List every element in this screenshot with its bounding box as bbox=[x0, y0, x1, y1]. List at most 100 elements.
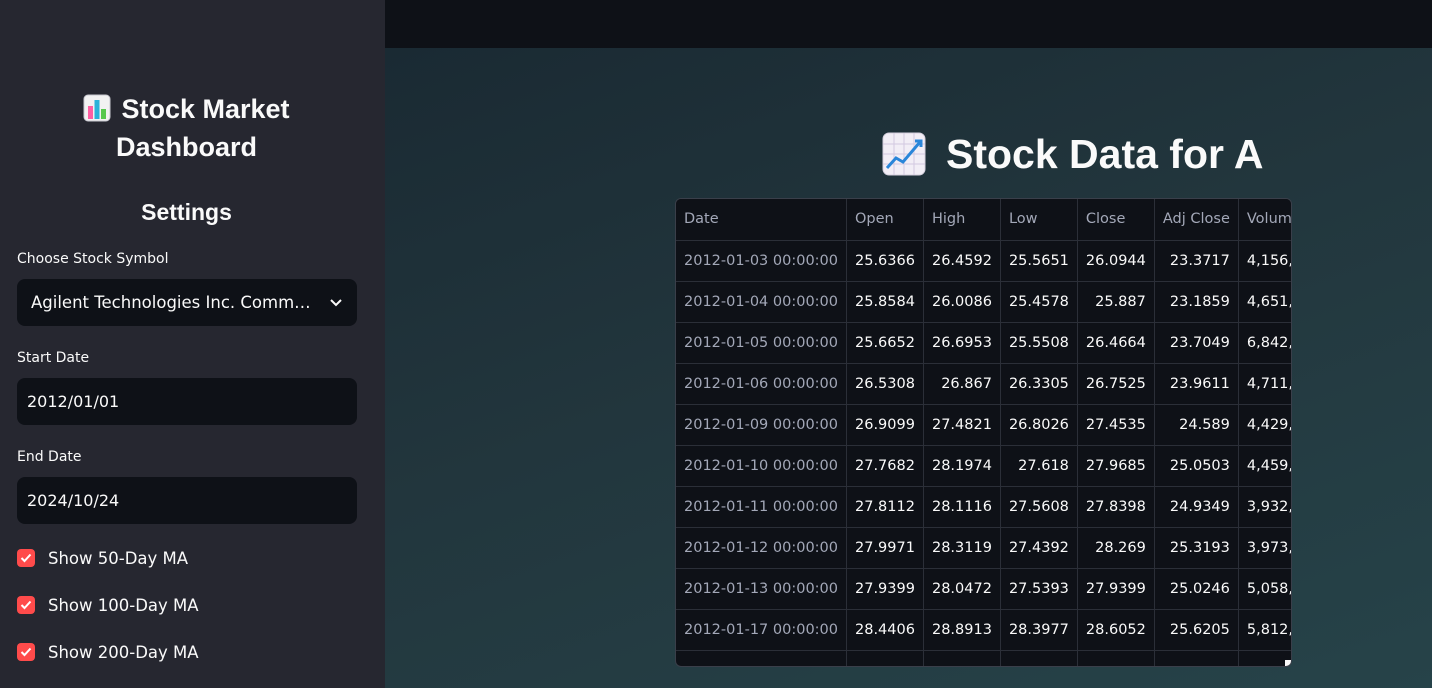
table-cell-date[interactable]: 2012-01-10 00:00:00 bbox=[676, 445, 847, 487]
table-cell[interactable]: 26.8026 bbox=[1000, 404, 1078, 446]
table-cell[interactable]: 26.5308 bbox=[846, 363, 924, 405]
table-cell[interactable]: 28.6052 bbox=[1077, 609, 1155, 651]
table-cell[interactable]: 27.7682 bbox=[846, 445, 924, 487]
table-cell[interactable]: 27.4535 bbox=[1077, 404, 1155, 446]
table-cell[interactable]: 28.1116 bbox=[923, 486, 1001, 528]
page-title-text: Stock Data for A bbox=[946, 130, 1264, 177]
table-cell[interactable]: 27.9685 bbox=[1077, 445, 1155, 487]
table-cell[interactable]: 25.6366 bbox=[846, 240, 924, 282]
table-cell[interactable]: 4,429,563 bbox=[1238, 404, 1291, 446]
checkbox-checked-icon[interactable] bbox=[17, 549, 35, 567]
table-cell[interactable]: 23.3717 bbox=[1154, 240, 1239, 282]
table-cell-date[interactable]: 2012-01-06 00:00:00 bbox=[676, 363, 847, 405]
table-cell[interactable]: 3,932,574 bbox=[1238, 486, 1291, 528]
column-header-low[interactable]: Low bbox=[1000, 199, 1078, 241]
table-cell[interactable]: 24.589 bbox=[1154, 404, 1239, 446]
table-cell[interactable]: 26.7525 bbox=[1077, 363, 1155, 405]
table-row: 2012-01-10 00:00:00 27.7682 28.1974 27.6… bbox=[676, 445, 1291, 487]
table-cell[interactable]: 27.618 bbox=[1000, 445, 1078, 487]
table-cell[interactable]: 26.0944 bbox=[1077, 240, 1155, 282]
column-header-close[interactable]: Close bbox=[1077, 199, 1155, 241]
table-cell-date[interactable]: 2012-01-09 00:00:00 bbox=[676, 404, 847, 446]
table-cell[interactable]: 6,842,651 bbox=[1238, 322, 1291, 364]
bar-chart-icon bbox=[83, 94, 111, 130]
column-header-open[interactable]: Open bbox=[846, 199, 924, 241]
table-cell[interactable]: 28.8913 bbox=[923, 609, 1001, 651]
table-cell[interactable]: 26.867 bbox=[923, 363, 1001, 405]
table-cell[interactable]: 26.4664 bbox=[1077, 322, 1155, 364]
table-cell[interactable]: 27.5608 bbox=[1000, 486, 1078, 528]
table-row: 2012-01-04 00:00:00 25.8584 26.0086 25.4… bbox=[676, 281, 1291, 323]
table-cell[interactable]: 27.5393 bbox=[1000, 568, 1078, 610]
table-cell[interactable]: 26.3305 bbox=[1000, 363, 1078, 405]
table-cell-date[interactable]: 2012-01-13 00:00:00 bbox=[676, 568, 847, 610]
checkbox-ma-50[interactable]: Show 50-Day MA bbox=[17, 547, 188, 569]
table-cell[interactable]: 27.9971 bbox=[846, 527, 924, 569]
table-cell[interactable]: 25.6652 bbox=[846, 322, 924, 364]
table-cell[interactable]: 4,651,845 bbox=[1238, 281, 1291, 323]
table-cell[interactable]: 25.887 bbox=[1077, 281, 1155, 323]
table-cell[interactable]: 28.3119 bbox=[923, 527, 1001, 569]
end-date-input[interactable]: 2024/10/24 bbox=[17, 477, 357, 524]
table-cell[interactable]: 26.6953 bbox=[923, 322, 1001, 364]
table-cell[interactable]: 28.4406 bbox=[846, 609, 924, 651]
column-header-high[interactable]: High bbox=[923, 199, 1001, 241]
table-header-row: Date Open High Low Close Adj Close Volum… bbox=[676, 199, 1291, 241]
table-cell-date[interactable]: 2012-01-05 00:00:00 bbox=[676, 322, 847, 364]
table-cell[interactable]: 26.9099 bbox=[846, 404, 924, 446]
table-cell[interactable]: 25.5508 bbox=[1000, 322, 1078, 364]
table-cell-date[interactable]: 2012-01-03 00:00:00 bbox=[676, 240, 847, 282]
table-cell[interactable]: 26.0086 bbox=[923, 281, 1001, 323]
start-date-input[interactable]: 2012/01/01 bbox=[17, 378, 357, 425]
column-header-date[interactable]: Date bbox=[676, 199, 847, 241]
checkbox-checked-icon[interactable] bbox=[17, 596, 35, 614]
table-cell[interactable]: 23.9611 bbox=[1154, 363, 1239, 405]
table-cell[interactable]: 5,812,884 bbox=[1238, 609, 1291, 651]
table-resize-handle[interactable] bbox=[1285, 660, 1291, 666]
table-cell[interactable]: 25.3193 bbox=[1154, 527, 1239, 569]
checkbox-ma-100[interactable]: Show 100-Day MA bbox=[17, 594, 199, 616]
checkbox-label: Show 50-Day MA bbox=[48, 548, 189, 568]
table-cell[interactable]: 27.4392 bbox=[1000, 527, 1078, 569]
column-header-volume[interactable]: Volume bbox=[1238, 199, 1291, 241]
table-cell[interactable]: 4,156,394 bbox=[1238, 240, 1291, 282]
table-cell-date[interactable]: 2012-01-11 00:00:00 bbox=[676, 486, 847, 528]
table-cell[interactable]: 28.3977 bbox=[1000, 609, 1078, 651]
stock-symbol-value: Agilent Technologies Inc. Common Stock bbox=[31, 293, 316, 312]
table-row: 2012-01-12 00:00:00 27.9971 28.3119 27.4… bbox=[676, 527, 1291, 569]
table-cell[interactable]: 27.8398 bbox=[1077, 486, 1155, 528]
chevron-down-icon bbox=[329, 293, 343, 312]
table-cell[interactable]: 28.0472 bbox=[923, 568, 1001, 610]
table-cell[interactable]: 28.1974 bbox=[923, 445, 1001, 487]
table-cell-date[interactable]: 2012-01-04 00:00:00 bbox=[676, 281, 847, 323]
table-cell[interactable]: 25.0246 bbox=[1154, 568, 1239, 610]
end-date-value: 2024/10/24 bbox=[27, 491, 120, 510]
table-cell-date[interactable]: 2012-01-12 00:00:00 bbox=[676, 527, 847, 569]
table-cell[interactable]: 27.4821 bbox=[923, 404, 1001, 446]
checkbox-ma-200[interactable]: Show 200-Day MA bbox=[17, 641, 199, 663]
checkbox-label: Show 100-Day MA bbox=[48, 595, 199, 615]
table-cell[interactable]: 25.0503 bbox=[1154, 445, 1239, 487]
table-cell[interactable]: 25.8584 bbox=[846, 281, 924, 323]
table-cell[interactable]: 26.4592 bbox=[923, 240, 1001, 282]
table-cell-date[interactable]: 2012-01-17 00:00:00 bbox=[676, 609, 847, 651]
table-cell[interactable]: 27.8112 bbox=[846, 486, 924, 528]
table-cell[interactable]: 4,459,620 bbox=[1238, 445, 1291, 487]
stock-data-table[interactable]: Date Open High Low Close Adj Close Volum… bbox=[675, 198, 1292, 667]
table-cell[interactable]: 3,973,396 bbox=[1238, 527, 1291, 569]
table-cell[interactable]: 25.5651 bbox=[1000, 240, 1078, 282]
table-cell[interactable]: 4,711,400 bbox=[1238, 363, 1291, 405]
table-cell[interactable]: 23.1859 bbox=[1154, 281, 1239, 323]
column-header-adj-close[interactable]: Adj Close bbox=[1154, 199, 1239, 241]
table-cell[interactable]: 27.9399 bbox=[846, 568, 924, 610]
stock-symbol-select[interactable]: Agilent Technologies Inc. Common Stock bbox=[17, 279, 357, 326]
table-cell[interactable]: 28.269 bbox=[1077, 527, 1155, 569]
table-cell[interactable]: 23.7049 bbox=[1154, 322, 1239, 364]
table-cell[interactable]: 25.4578 bbox=[1000, 281, 1078, 323]
checkbox-checked-icon[interactable] bbox=[17, 643, 35, 661]
table-cell[interactable]: 24.9349 bbox=[1154, 486, 1239, 528]
table-cell[interactable]: 5,058,383 bbox=[1238, 568, 1291, 610]
table-cell[interactable]: 25.6205 bbox=[1154, 609, 1239, 651]
table-row: 2012-01-03 00:00:00 25.6366 26.4592 25.5… bbox=[676, 240, 1291, 282]
table-cell[interactable]: 27.9399 bbox=[1077, 568, 1155, 610]
